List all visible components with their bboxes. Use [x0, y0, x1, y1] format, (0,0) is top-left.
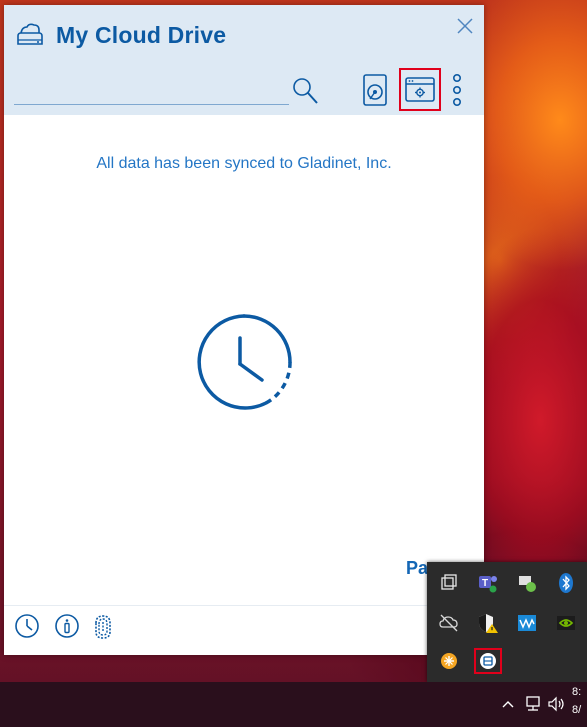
- nvidia-icon[interactable]: [555, 612, 577, 634]
- cloud-drive-window: My Cloud Drive All data has been synced …: [4, 5, 484, 655]
- pause-sync-link[interactable]: Pa: [406, 558, 428, 579]
- info-icon[interactable]: [54, 613, 80, 644]
- sync-clock-icon: [194, 312, 294, 417]
- cloud-drive-tray-icon[interactable]: [477, 650, 499, 672]
- search-input[interactable]: [14, 77, 290, 103]
- chevron-up-icon[interactable]: [501, 694, 515, 719]
- drive-icon[interactable]: [362, 73, 388, 112]
- security-warning-icon[interactable]: [477, 612, 499, 634]
- app-title: My Cloud Drive: [56, 21, 227, 48]
- sync-status-message: All data has been synced to Gladinet, In…: [96, 155, 392, 172]
- bluetooth-icon[interactable]: [555, 572, 577, 594]
- history-clock-icon[interactable]: [14, 613, 40, 644]
- taskbar: 8: 8/: [0, 682, 587, 727]
- title-bar: My Cloud Drive: [14, 19, 226, 51]
- taskbar-date[interactable]: 8/: [572, 704, 581, 716]
- orange-app-icon[interactable]: [438, 650, 460, 672]
- search-icon[interactable]: [291, 76, 319, 111]
- footer-divider: [4, 605, 484, 606]
- volume-icon[interactable]: [546, 694, 568, 719]
- app-header: My Cloud Drive: [4, 5, 484, 115]
- network-icon[interactable]: [523, 694, 543, 719]
- chat-status-icon[interactable]: [516, 572, 538, 594]
- taskbar-time[interactable]: 8:: [572, 686, 581, 698]
- fingerprint-icon[interactable]: [92, 613, 114, 646]
- cloud-off-icon[interactable]: [438, 612, 460, 634]
- teams-icon[interactable]: T: [477, 572, 499, 594]
- svg-text:T: T: [482, 578, 488, 589]
- cloud-drive-icon: [14, 22, 46, 48]
- waves-icon[interactable]: [516, 612, 538, 634]
- close-icon[interactable]: [456, 17, 474, 35]
- more-icon[interactable]: [450, 73, 464, 114]
- task-view-icon[interactable]: [438, 572, 460, 594]
- settings-button[interactable]: [399, 68, 441, 111]
- tray-overflow-popup: T: [427, 562, 587, 682]
- search-underline: [14, 104, 289, 105]
